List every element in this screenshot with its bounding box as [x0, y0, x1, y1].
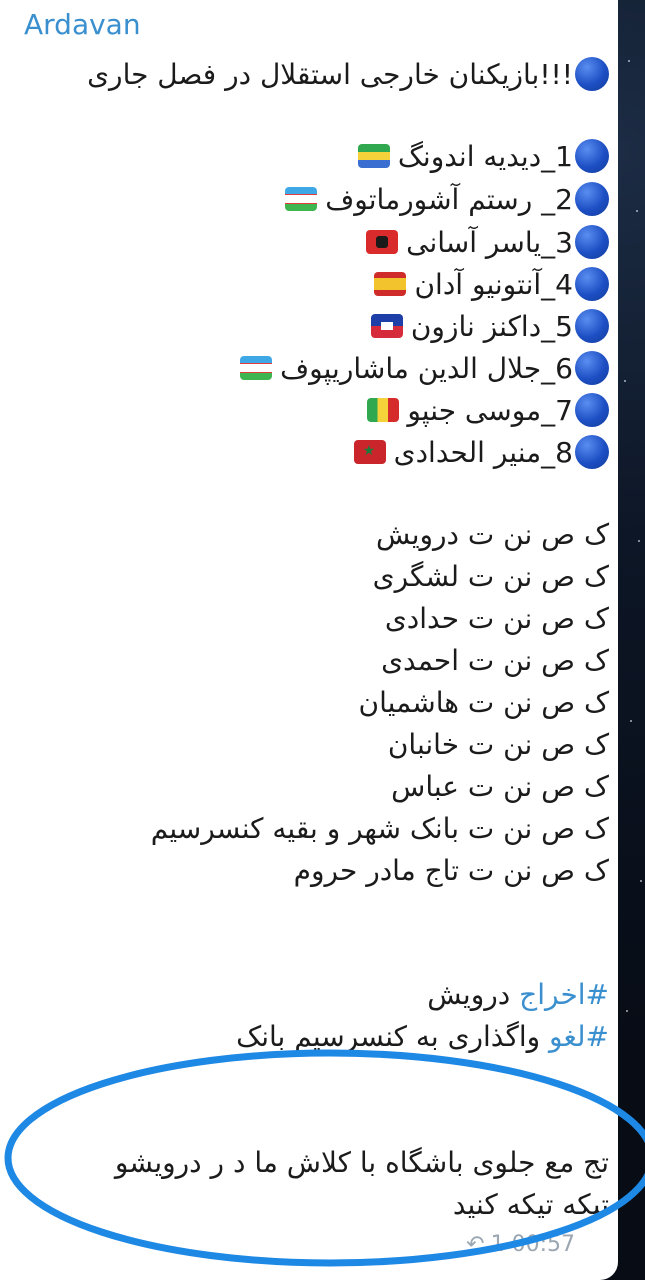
blue-circle-icon: [575, 139, 609, 173]
forward-count: 1: [490, 1232, 505, 1257]
player-name: _منیر الحدادی: [393, 436, 556, 469]
player-number: 2: [555, 183, 573, 216]
headline-line: !!!بازیکنان خارجی استقلال در فصل جاری: [87, 57, 609, 93]
player-row: 4_آنتونیو آدان: [374, 267, 609, 303]
message-line: ک ص نن ت بانک شهر و بقیه کنسرسیم: [150, 812, 609, 845]
message-line: ک ص نن ت هاشمیان: [358, 686, 609, 719]
player-row: 1_دیدیه اندونگ: [357, 139, 609, 175]
gabon-flag-icon: [357, 144, 390, 168]
player-row: 7_موسی جنپو: [367, 393, 609, 429]
blue-circle-icon: [575, 182, 609, 216]
message-line: ک ص نن ت لشگری: [372, 560, 609, 593]
star: [640, 880, 642, 882]
message-line: ک ص نن ت خانبان: [387, 728, 609, 761]
blue-circle-icon: [575, 225, 609, 259]
albania-flag-icon: [366, 230, 399, 254]
uzbekistan-flag-icon: [240, 356, 273, 380]
closing-line: تج مع جلوی باشگاه با کلاش ما د ر درویشو: [114, 1146, 609, 1179]
closing-line: تیکه تیکه کنید: [452, 1188, 609, 1221]
haiti-flag-icon: [370, 314, 403, 338]
headline-text: !!!بازیکنان خارجی استقلال در فصل جاری: [87, 58, 573, 91]
star: [630, 720, 632, 722]
player-row: 8_منیر الحدادی: [353, 435, 609, 471]
message-line: ک ص نن ت احمدی: [381, 644, 609, 677]
blue-circle-icon: [575, 435, 609, 469]
blue-circle-icon: [575, 351, 609, 385]
star: [636, 210, 638, 212]
player-name: _داکنز نازون: [410, 310, 556, 343]
player-number: 5: [555, 310, 573, 343]
hashtag-text: واگذاری به کنسرسیم بانک: [236, 1020, 550, 1053]
morocco-flag-icon: [353, 440, 386, 464]
player-name: _جلال الدین ماشاریپوف: [280, 352, 556, 385]
star: [626, 1010, 628, 1012]
sender-name[interactable]: Ardavan: [24, 8, 141, 41]
message-meta: ↶ 1 00:57: [466, 1232, 575, 1257]
hashtag-line: #لغو واگذاری به کنسرسیم بانک: [236, 1020, 609, 1053]
player-number: 3: [555, 226, 573, 259]
player-row: 3_یاسر آسانی: [366, 225, 609, 261]
forward-arrow-icon: ↶: [466, 1232, 485, 1257]
player-row: 5_داکنز نازون: [370, 309, 609, 345]
player-name: _آنتونیو آدان: [414, 268, 556, 301]
blue-circle-icon: [575, 309, 609, 343]
blue-circle-icon: [575, 393, 609, 427]
star: [638, 540, 640, 542]
player-name: _موسی جنپو: [407, 394, 556, 427]
player-number: 8: [555, 436, 573, 469]
hashtag-line: #اخراج درویش: [427, 978, 609, 1011]
player-number: 1: [555, 140, 573, 173]
player-number: 4: [555, 268, 573, 301]
message-time: 00:57: [511, 1232, 575, 1257]
message-line: ک ص نن ت تاج مادر حروم: [293, 854, 609, 887]
mali-flag-icon: [367, 398, 400, 422]
blue-circle-icon: [575, 267, 609, 301]
hashtag-text: درویش: [427, 978, 520, 1011]
hashtag-link[interactable]: #اخراج: [519, 978, 609, 1011]
player-row: 2_ رستم آشورماتوف: [285, 182, 609, 218]
blue-circle-icon: [575, 57, 609, 91]
message-line: ک ص نن ت حدادی: [384, 602, 609, 635]
message-line: ک ص نن ت درویش: [376, 518, 609, 551]
star: [628, 60, 630, 62]
player-row: 6_جلال الدین ماشاریپوف: [240, 351, 609, 387]
star: [624, 380, 626, 382]
player-name: _دیدیه اندونگ: [397, 140, 556, 173]
spain-flag-icon: [374, 272, 407, 296]
player-name: _یاسر آسانی: [406, 226, 556, 259]
player-number: 7: [555, 394, 573, 427]
player-number: 6: [555, 352, 573, 385]
uzbekistan-flag-icon: [285, 187, 318, 211]
hashtag-link[interactable]: #لغو: [549, 1020, 609, 1053]
message-line: ک ص نن ت عباس: [391, 770, 609, 803]
player-name: _ رستم آشورماتوف: [325, 183, 556, 216]
